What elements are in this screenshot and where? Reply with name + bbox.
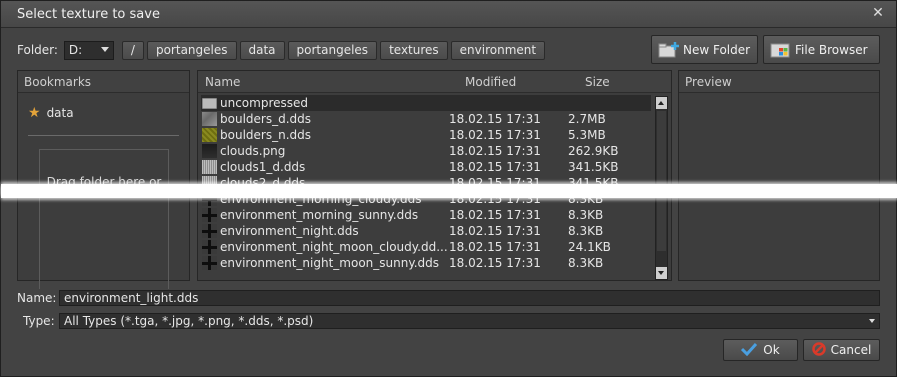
name-label: Name: — [17, 291, 57, 305]
file-modified: 18.02.15 17:31 — [449, 128, 541, 142]
file-name: clouds.png — [220, 144, 286, 158]
file-row[interactable]: clouds1_d.dds 18.02.15 17:31 341.5KB — [201, 159, 651, 175]
texture-thumbnail — [202, 224, 217, 238]
bookmarks-divider — [28, 135, 179, 136]
dialog-title: Select texture to save — [17, 7, 160, 22]
file-row[interactable]: clouds.png 18.02.15 17:31 262.9KB — [201, 143, 651, 159]
new-folder-label: New Folder — [683, 42, 751, 57]
drive-value: D: — [68, 42, 83, 57]
checkmark-icon — [741, 342, 758, 359]
preview-header: Preview — [679, 71, 879, 93]
file-type-select[interactable]: All Types (*.tga, *.jpg, *.png, *.dds, *… — [59, 313, 880, 329]
type-label: Type: — [23, 314, 55, 328]
breadcrumb-textures[interactable]: textures — [380, 40, 448, 60]
column-name[interactable]: Name — [205, 75, 240, 89]
scroll-thumb[interactable] — [657, 111, 666, 251]
texture-thumbnail — [202, 240, 217, 254]
file-size: 8.3KB — [568, 224, 604, 238]
bookmark-dropzone[interactable]: Drag folder here or — [39, 149, 169, 289]
file-browser-icon — [770, 41, 792, 59]
filename-input[interactable]: environment_light.dds — [59, 290, 880, 306]
file-rows: uncompressed boulders_d.dds 18.02.15 17:31… — [201, 95, 651, 271]
file-size: 24.1KB — [568, 240, 611, 254]
file-size: 8.3KB — [568, 208, 604, 222]
texture-thumbnail — [202, 208, 217, 222]
file-name: environment_night.dds — [220, 224, 359, 238]
bookmarks-panel: Bookmarks ★ data Drag folder here or — [17, 70, 190, 289]
star-icon: ★ — [28, 105, 41, 121]
file-modified: 18.02.15 17:31 — [449, 224, 541, 238]
texture-thumbnail — [202, 160, 217, 174]
file-type-value: All Types (*.tga, *.jpg, *.png, *.dds, *… — [64, 314, 314, 328]
file-name: environment_night_moon_cloudy.dd... — [220, 240, 448, 254]
file-modified: 18.02.15 17:31 — [449, 240, 541, 254]
folder-row[interactable]: uncompressed — [201, 95, 651, 111]
file-modified: 18.02.15 17:31 — [449, 256, 541, 270]
titlebar: Select texture to save ✕ — [1, 1, 896, 28]
scroll-up-icon[interactable] — [656, 97, 667, 109]
file-row[interactable]: environment_morning_sunny.dds 18.02.15 17… — [201, 207, 651, 223]
bookmarks-header: Bookmarks — [18, 71, 189, 93]
save-texture-dialog: Select texture to save ✕ Folder: D: / po… — [0, 0, 897, 377]
file-modified: 18.02.15 17:31 — [449, 208, 541, 222]
file-modified: 18.02.15 17:31 — [449, 144, 541, 158]
drive-select[interactable]: D: — [63, 40, 114, 60]
breadcrumb-portangeles[interactable]: portangeles — [146, 40, 237, 60]
file-size: 341.5KB — [568, 160, 619, 174]
bookmark-item-data[interactable]: ★ data — [28, 105, 74, 121]
file-name: boulders_n.dds — [220, 128, 311, 142]
file-size: 8.3KB — [568, 256, 604, 270]
chevron-down-icon — [100, 46, 109, 52]
texture-thumbnail — [202, 112, 217, 126]
file-modified: 18.02.15 17:31 — [449, 112, 541, 126]
new-folder-icon — [658, 41, 680, 59]
breadcrumb-root[interactable]: / — [121, 40, 144, 60]
folder-icon — [202, 98, 217, 109]
texture-thumbnail — [202, 144, 217, 158]
breadcrumb-environment[interactable]: environment — [450, 40, 546, 60]
file-row[interactable]: boulders_n.dds 18.02.15 17:31 5.3MB — [201, 127, 651, 143]
file-list-header: Name Modified Size — [198, 71, 671, 93]
file-name: environment_morning_sunny.dds — [220, 208, 419, 222]
file-row[interactable]: environment_night_moon_cloudy.dd... 18.02… — [201, 239, 651, 255]
file-size: 262.9KB — [568, 144, 619, 158]
cancel-label: Cancel — [830, 343, 872, 357]
ok-button[interactable]: Ok — [723, 339, 798, 361]
file-name: environment_night_moon_sunny.dds — [220, 256, 440, 270]
breadcrumb-data[interactable]: data — [239, 40, 285, 60]
file-row[interactable]: environment_night_moon_sunny.dds 18.02.15… — [201, 255, 651, 271]
scroll-down-icon[interactable] — [656, 267, 667, 279]
close-icon[interactable]: ✕ — [870, 5, 886, 21]
filename-value: environment_light.dds — [64, 291, 199, 305]
folder-label: Folder: — [17, 43, 58, 57]
file-name: clouds1_d.dds — [220, 160, 306, 174]
file-modified: 18.02.15 17:31 — [449, 160, 541, 174]
file-browser-button[interactable]: File Browser — [763, 35, 880, 64]
column-modified[interactable]: Modified — [465, 75, 516, 89]
bookmark-label: data — [46, 106, 74, 120]
screenshot-tear — [1, 184, 897, 198]
cancel-icon — [811, 341, 826, 359]
column-size[interactable]: Size — [585, 75, 610, 89]
file-size: 5.3MB — [568, 128, 606, 142]
path-bar: Folder: D: / portangeles data portangele… — [17, 39, 548, 61]
texture-thumbnail — [202, 128, 217, 142]
preview-panel: Preview — [678, 70, 880, 281]
file-list-panel: Name Modified Size uncompressed boulders_… — [197, 70, 672, 281]
file-size: 2.7MB — [568, 112, 606, 126]
file-browser-label: File Browser — [795, 42, 868, 57]
texture-thumbnail — [202, 256, 217, 270]
file-name: boulders_d.dds — [220, 112, 312, 126]
ok-label: Ok — [763, 343, 780, 357]
cancel-button[interactable]: Cancel — [803, 339, 880, 361]
file-row[interactable]: environment_night.dds 18.02.15 17:31 8.3KB — [201, 223, 651, 239]
file-name: uncompressed — [220, 96, 309, 110]
breadcrumb-portangeles-2[interactable]: portangeles — [287, 40, 378, 60]
chevron-down-icon — [869, 319, 875, 323]
new-folder-button[interactable]: New Folder — [651, 35, 758, 64]
file-row[interactable]: boulders_d.dds 18.02.15 17:31 2.7MB — [201, 111, 651, 127]
